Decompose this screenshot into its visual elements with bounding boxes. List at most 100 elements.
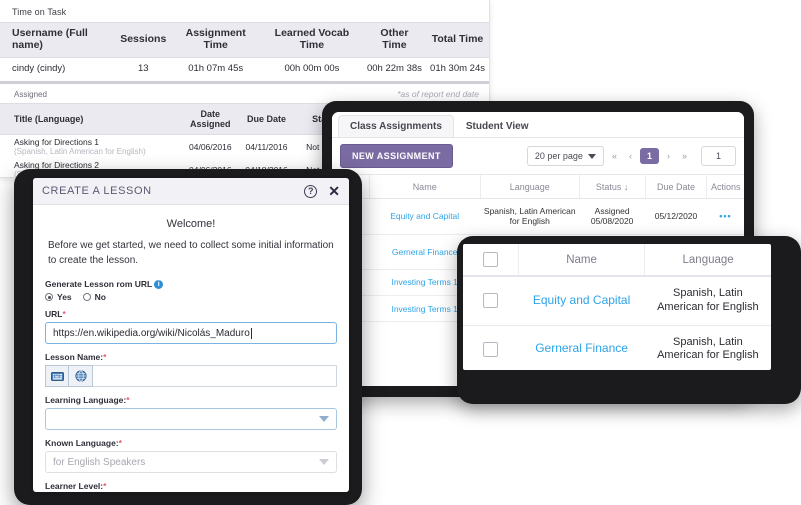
summary-cell-learned-vocab-time: 00h 00m 00s: [284, 62, 340, 74]
generate-from-url-label-text: Generate Lesson rom URL: [45, 279, 153, 289]
learning-language-label-text: Learning Language:: [45, 395, 127, 405]
tablet-device-frame: Name Language Equity and Capital Spanish…: [457, 236, 801, 404]
row-status-cell: Assigned 05/08/2020: [579, 198, 646, 235]
learning-language-label: Learning Language:*: [45, 395, 337, 405]
assignment-name-link[interactable]: Gerneral Finance: [535, 341, 628, 355]
radio-yes-label[interactable]: Yes: [57, 292, 72, 302]
tablet-assignments-table: Name Language Equity and Capital Spanish…: [463, 244, 771, 370]
lesson-name-row: [45, 365, 337, 387]
new-assignment-button[interactable]: NEW ASSIGNMENT: [340, 144, 453, 168]
summary-header-username: Username (Full name): [0, 22, 117, 58]
globe-icon-button[interactable]: [69, 365, 93, 387]
summary-header-assignment-time: Assignment Time: [170, 22, 262, 58]
assignment-name-link[interactable]: Equity and Capital: [533, 293, 630, 307]
modal-title: CREATE A LESSON: [42, 185, 152, 197]
row-actions-menu-icon[interactable]: •••: [719, 211, 731, 221]
table-row: Equity and Capital Spanish, Latin Americ…: [332, 198, 744, 235]
summary-cell-total-time: 01h 30m 24s: [430, 62, 485, 74]
intro-text: Before we get started, we need to collec…: [48, 240, 334, 266]
close-icon[interactable]: ✕: [328, 184, 340, 198]
assignments-header-due-date[interactable]: Due Date: [644, 173, 707, 200]
url-input[interactable]: https://en.wikipedia.org/wiki/Nicolás_Ma…: [45, 322, 337, 344]
tablet-row-name-cell: Equity and Capital: [518, 276, 645, 326]
tablet-row-checkbox-cell: [463, 325, 519, 370]
assignment-name-link[interactable]: Investing Terms 1: [391, 277, 457, 287]
tablet-select-all-header: [463, 244, 519, 277]
lesson-name-label-text: Lesson Name:: [45, 352, 104, 362]
chevron-down-icon: [319, 459, 329, 465]
learner-level-required-mark: *: [103, 481, 107, 491]
learning-language-select[interactable]: [45, 408, 337, 430]
assignments-header-name[interactable]: Name: [368, 173, 481, 200]
row-status-text: Assigned: [594, 206, 630, 217]
table-row: Equity and Capital Spanish, Latin Americ…: [463, 276, 771, 326]
assigned-cell-title: Asking for Directions 1 (Spanish, Latin …: [0, 135, 181, 159]
table-row: Gerneral Finance Spanish, Latin American…: [463, 325, 771, 370]
radio-no[interactable]: [82, 293, 91, 301]
tab-student-view[interactable]: Student View: [454, 115, 541, 137]
pager-first-button[interactable]: «: [608, 149, 621, 163]
generate-from-url-radio-group: Yes No: [45, 292, 337, 302]
keyboard-icon-button[interactable]: [45, 365, 69, 387]
summary-header-other-time: Other Time: [362, 22, 427, 58]
learner-level-label-text: Learner Level:: [45, 481, 104, 491]
tablet-select-all-checkbox[interactable]: [482, 252, 498, 267]
row-due-date-cell: 05/12/2020: [645, 198, 707, 235]
report-caption: Time on Task: [12, 7, 67, 17]
summary-cell-assignment-time: 01h 07m 45s: [188, 62, 244, 74]
tablet-header-name[interactable]: Name: [517, 244, 645, 277]
summary-header-sessions: Sessions: [116, 22, 171, 58]
tablet-header-row: Name Language: [463, 244, 771, 277]
lesson-name-label: Lesson Name:*: [45, 352, 337, 362]
tablet-row-checkbox-cell: [463, 276, 519, 326]
assignment-name-link[interactable]: Gerneral Finance: [392, 247, 458, 257]
known-language-label: Known Language:*: [45, 438, 337, 448]
help-icon[interactable]: ?: [304, 184, 318, 198]
as-of-note: *as of report end date: [397, 88, 479, 99]
info-icon[interactable]: i: [154, 280, 164, 289]
page-number-input[interactable]: 1: [700, 146, 736, 166]
tablet-row-name-cell: Gerneral Finance: [518, 325, 645, 370]
assignments-toolbar: NEW ASSIGNMENT 20 per page « ‹ 1 › » 1: [332, 138, 744, 174]
assigned-cell-date-assigned: 04/06/2016: [189, 141, 232, 152]
assigned-header-title: Title (Language): [0, 102, 181, 136]
known-language-select[interactable]: for English Speakers: [45, 451, 337, 473]
tablet-screen: Name Language Equity and Capital Spanish…: [463, 244, 771, 370]
pager-prev-button[interactable]: ‹: [625, 149, 636, 163]
url-required-mark: *: [62, 309, 66, 319]
assignments-header-status[interactable]: Status ↓: [578, 173, 646, 200]
url-label-text: URL: [45, 309, 63, 319]
row-status-date: 05/08/2020: [590, 216, 634, 227]
summary-cell-other-time: 00h 22m 38s: [366, 62, 422, 74]
pager-next-button[interactable]: ›: [663, 149, 674, 163]
tablet-header-language[interactable]: Language: [644, 244, 771, 277]
assignment-name-link[interactable]: Investing Terms 1: [391, 304, 457, 314]
radio-no-label[interactable]: No: [95, 292, 106, 302]
tablet-row-checkbox[interactable]: [483, 341, 499, 357]
tab-class-assignments[interactable]: Class Assignments: [338, 115, 454, 137]
lesson-name-input[interactable]: [93, 365, 337, 387]
url-input-value: https://en.wikipedia.org/wiki/Nicolás_Ma…: [53, 327, 250, 339]
assignments-tabbar: Class Assignments Student View: [332, 112, 744, 138]
assigned-title-text: Asking for Directions 1: [14, 137, 100, 148]
create-lesson-modal: CREATE A LESSON ? ✕ Welcome! Before we g…: [33, 178, 349, 492]
url-label: URL*: [45, 309, 337, 319]
pager-last-button[interactable]: »: [678, 149, 691, 163]
summary-row: cindy (cindy) 13 01h 07m 45s 00h 00m 00s…: [0, 57, 489, 79]
assignment-name-link[interactable]: Equity and Capital: [390, 211, 459, 221]
assigned-title-language: (Spanish, Latin American for English): [14, 147, 146, 157]
known-language-required-mark: *: [118, 438, 122, 448]
pager-page-1-button[interactable]: 1: [639, 148, 659, 164]
per-page-label: 20 per page: [534, 151, 583, 161]
generate-from-url-label: Generate Lesson rom URL i: [45, 279, 337, 289]
modal-header: CREATE A LESSON ? ✕: [33, 178, 349, 205]
radio-yes[interactable]: [45, 293, 53, 301]
chevron-down-icon: [319, 416, 329, 422]
summary-header-row: Username (Full name) Sessions Assignment…: [0, 22, 489, 58]
row-actions-cell: •••: [706, 198, 744, 235]
assignments-header-language[interactable]: Language: [479, 173, 580, 200]
summary-table: Username (Full name) Sessions Assignment…: [0, 22, 489, 79]
per-page-select[interactable]: 20 per page: [526, 146, 604, 166]
assigned-label: Assigned: [14, 89, 47, 99]
tablet-row-checkbox[interactable]: [483, 293, 499, 309]
